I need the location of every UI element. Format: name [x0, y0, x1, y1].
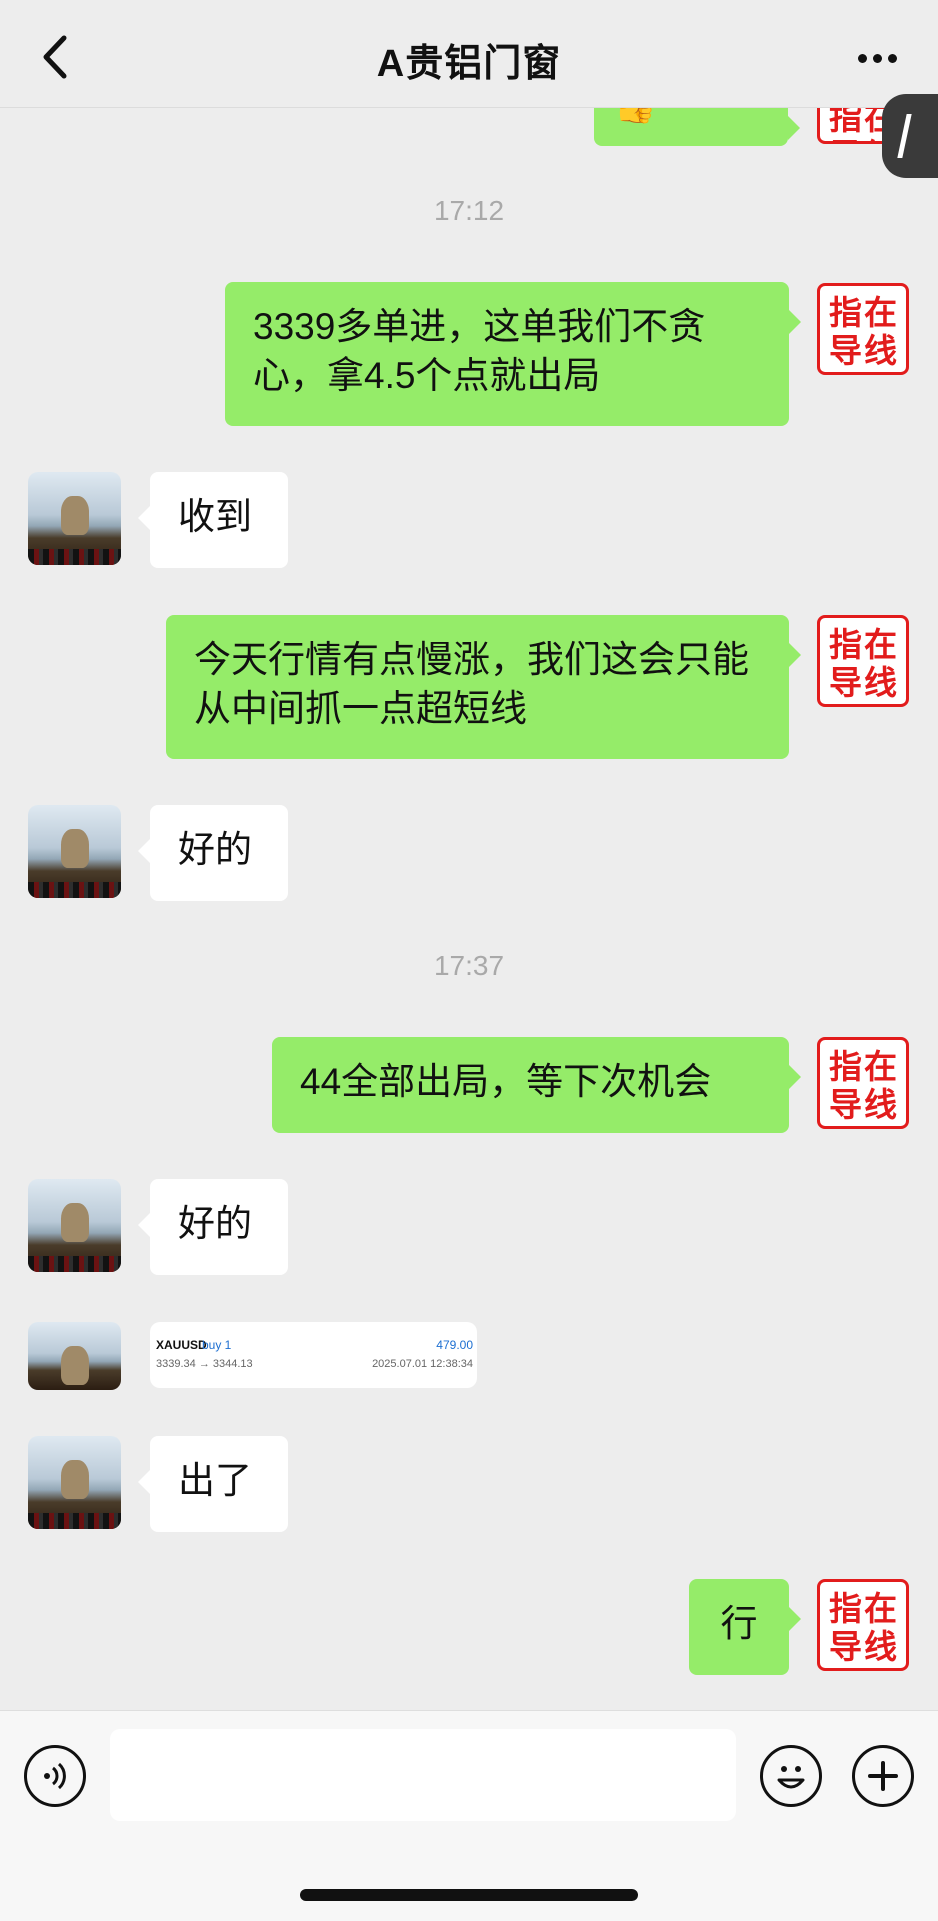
voice-icon[interactable] — [24, 1745, 86, 1807]
message-bubble[interactable]: 3339多单进，这单我们不贪心，拿4.5个点就出局 — [225, 282, 801, 426]
seal-logo: 指在 导线 — [829, 1589, 897, 1666]
message-text: 出了 — [178, 1460, 252, 1501]
crowd-image — [28, 1513, 121, 1529]
message-text: 好的 — [178, 829, 252, 870]
timestamp: 17:12 — [433, 195, 505, 226]
message-text: 好的 — [178, 1203, 252, 1244]
message-text: 44全部出局，等下次机会 — [300, 1061, 712, 1102]
plus-icon[interactable] — [852, 1745, 914, 1807]
seal-logo: 指在 导线 — [829, 1047, 897, 1124]
trade-card[interactable]: XAUUSD buy 1 479.00 3339.34 → 3344.13 20… — [150, 1322, 477, 1388]
contact-avatar[interactable] — [28, 472, 121, 565]
message-bubble[interactable]: 44全部出局，等下次机会 — [272, 1037, 801, 1133]
more-dots-icon[interactable] — [858, 50, 908, 64]
my-avatar[interactable]: 指在 导线 — [817, 283, 909, 375]
my-avatar[interactable]: 指在 导线 — [817, 1579, 909, 1671]
statue-image — [61, 829, 89, 868]
home-indicator — [300, 1889, 638, 1901]
message-bubble[interactable]: 行 — [689, 1579, 801, 1675]
message-bubble[interactable]: 今天行情有点慢涨，我们这会只能从中间抓一点超短线 — [166, 615, 801, 759]
statue-image — [61, 496, 89, 535]
chevron-left-icon — [897, 114, 932, 158]
message-bubble[interactable]: 好的 — [138, 1179, 288, 1275]
composer-bar — [0, 1710, 938, 1921]
trade-symbol: XAUUSD — [156, 1338, 207, 1352]
crowd-image — [28, 882, 121, 898]
timestamp: 17:37 — [433, 950, 505, 981]
top-bar: A贵铝门窗 — [0, 0, 938, 108]
seal-logo: 指在 导线 — [829, 625, 897, 702]
message-bubble[interactable]: 收到 — [138, 472, 288, 568]
message-bubble[interactable]: 好的 — [138, 805, 288, 901]
trade-profit: 479.00 — [436, 1338, 473, 1352]
contact-avatar[interactable] — [28, 1322, 121, 1390]
emoji-icon[interactable] — [760, 1745, 822, 1807]
crowd-image — [28, 1256, 121, 1272]
trade-datetime: 2025.07.01 12:38:34 — [372, 1358, 473, 1370]
chat-title: A贵铝门窗 — [376, 43, 562, 85]
message-bubble[interactable]: 出了 — [138, 1436, 288, 1532]
trade-prices: 3339.34 → 3344.13 — [156, 1358, 253, 1370]
statue-image — [61, 1346, 89, 1385]
message-text: 行 — [720, 1603, 758, 1644]
side-tab-handle[interactable] — [882, 94, 938, 178]
chat-area: 👍 指在 导线 17:12 3339多单进，这单我们不贪心，拿4.5个点就出局 … — [0, 0, 938, 1710]
statue-image — [61, 1460, 89, 1499]
contact-avatar[interactable] — [28, 1179, 121, 1272]
my-avatar[interactable]: 指在 导线 — [817, 1037, 909, 1129]
trade-side: buy 1 — [202, 1338, 232, 1352]
seal-logo: 指在 导线 — [829, 293, 897, 370]
contact-avatar[interactable] — [28, 1436, 121, 1529]
message-text: 今天行情有点慢涨，我们这会只能从中间抓一点超短线 — [194, 639, 749, 729]
message-text: 3339多单进，这单我们不贪心，拿4.5个点就出局 — [253, 306, 706, 396]
contact-avatar[interactable] — [28, 805, 121, 898]
my-avatar[interactable]: 指在 导线 — [817, 615, 909, 707]
message-text: 收到 — [178, 496, 252, 537]
message-input[interactable] — [110, 1729, 736, 1821]
statue-image — [61, 1203, 89, 1242]
crowd-image — [28, 549, 121, 565]
